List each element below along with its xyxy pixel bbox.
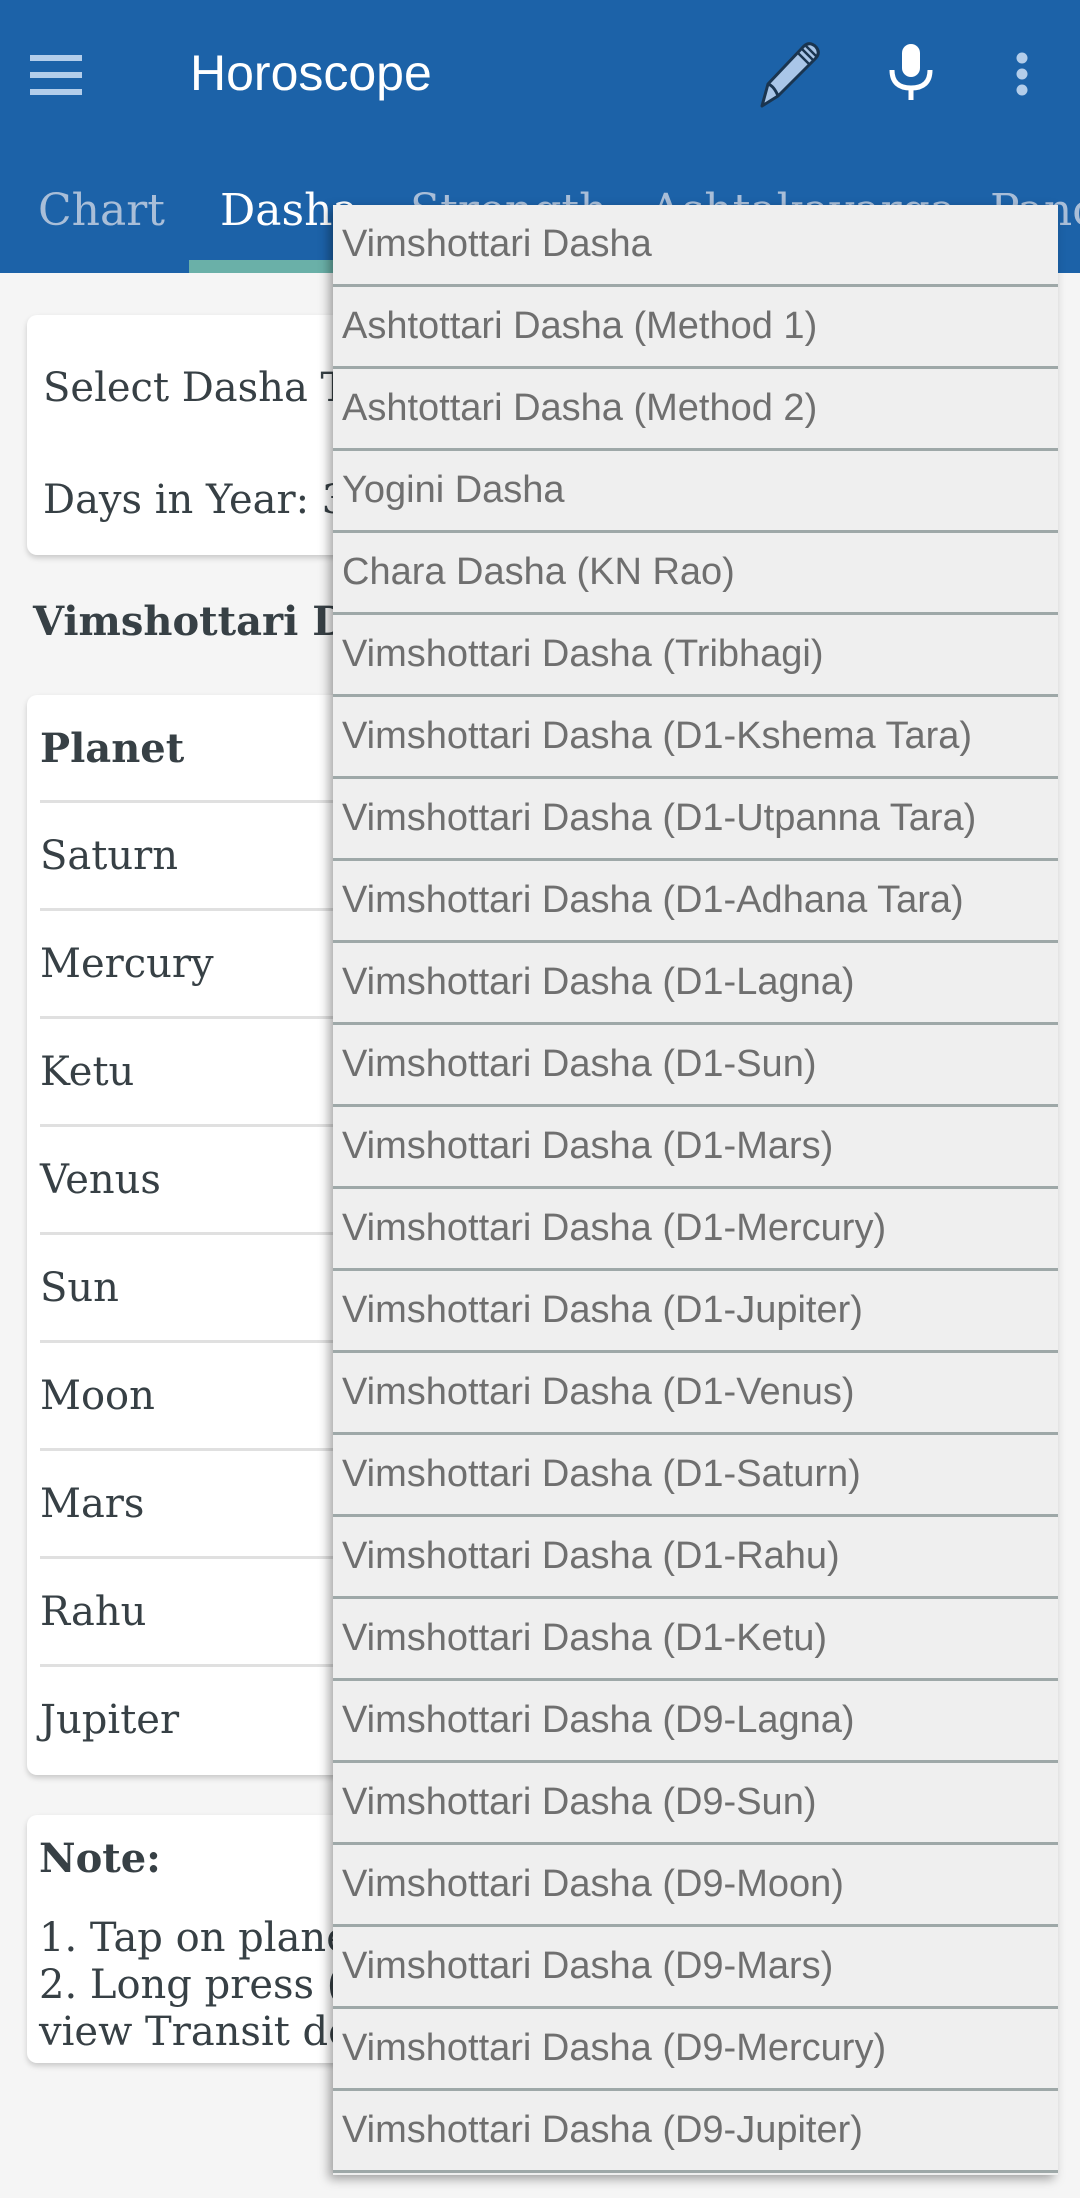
tab-chart[interactable]: Chart	[38, 185, 165, 236]
dropdown-option[interactable]: Vimshottari Dasha (D1-Jupiter)	[333, 1271, 1058, 1353]
pencil-icon[interactable]	[748, 36, 824, 112]
planet-name: Saturn	[40, 833, 178, 879]
dropdown-option[interactable]: Vimshottari Dasha (D1-Sun)	[333, 1025, 1058, 1107]
dropdown-option[interactable]: Vimshottari Dasha (D9-Sun)	[333, 1763, 1058, 1845]
dropdown-option[interactable]: Vimshottari Dasha (D1-Venus)	[333, 1353, 1058, 1435]
column-header-planet: Planet	[40, 725, 185, 772]
planet-name: Sun	[40, 1265, 119, 1311]
note-title: Note:	[39, 1835, 161, 1882]
dropdown-option[interactable]: Vimshottari Dasha (D1-Kshema Tara)	[333, 697, 1058, 779]
dropdown-option[interactable]: Yogini Dasha	[333, 451, 1058, 533]
dropdown-option[interactable]: Ashtottari Dasha (Method 1)	[333, 287, 1058, 369]
menu-icon[interactable]	[30, 55, 82, 95]
dropdown-option[interactable]: Vimshottari Dasha (D1-Ketu)	[333, 1599, 1058, 1681]
planet-name: Rahu	[40, 1589, 147, 1635]
microphone-icon[interactable]	[888, 44, 934, 100]
dropdown-option[interactable]: Ashtottari Dasha (Method 2)	[333, 369, 1058, 451]
dropdown-option[interactable]: Vimshottari Dasha (D9-Lagna)	[333, 1681, 1058, 1763]
dropdown-option[interactable]: Vimshottari Dasha (D1-Mars)	[333, 1107, 1058, 1189]
dropdown-option[interactable]: Vimshottari Dasha (D1-Lagna)	[333, 943, 1058, 1025]
dropdown-option[interactable]: Vimshottari Dasha (D9-Moon)	[333, 1845, 1058, 1927]
more-vert-icon[interactable]	[1012, 50, 1032, 100]
planet-name: Ketu	[40, 1049, 135, 1095]
dropdown-option[interactable]: Vimshottari Dasha (D1-Utpanna Tara)	[333, 779, 1058, 861]
dropdown-option[interactable]: Vimshottari Dasha (D1-Adhana Tara)	[333, 861, 1058, 943]
dropdown-option[interactable]: Chara Dasha (KN Rao)	[333, 533, 1058, 615]
dropdown-option[interactable]: Vimshottari Dasha (Tribhagi)	[333, 615, 1058, 697]
planet-name: Mars	[40, 1481, 145, 1527]
note-line: 1. Tap on planet	[39, 1915, 366, 1961]
planet-name: Venus	[40, 1157, 161, 1203]
dropdown-option[interactable]: Vimshottari Dasha	[333, 205, 1058, 287]
note-line: view Transit de	[39, 2009, 352, 2055]
select-dasha-type-label[interactable]: Select Dasha Ty	[43, 365, 370, 411]
note-line: 2. Long press (t	[39, 1962, 359, 2008]
days-in-year-label[interactable]: Days in Year: 36	[43, 477, 373, 523]
planet-name: Mercury	[40, 941, 214, 987]
dropdown-option[interactable]: Vimshottari Dasha (D1-Saturn)	[333, 1435, 1058, 1517]
dropdown-option[interactable]: Vimshottari Dasha (D9-Mercury)	[333, 2009, 1058, 2091]
dropdown-option[interactable]: Vimshottari Dasha (D9-Mars)	[333, 1927, 1058, 2009]
planet-name: Moon	[40, 1373, 155, 1419]
dropdown-option[interactable]: Vimshottari Dasha (D9-Jupiter)	[333, 2091, 1058, 2173]
dasha-type-dropdown[interactable]: Vimshottari Dasha Ashtottari Dasha (Meth…	[333, 205, 1058, 2175]
dropdown-option[interactable]: Vimshottari Dasha (D1-Rahu)	[333, 1517, 1058, 1599]
dropdown-option[interactable]: Vimshottari Dasha (D1-Mercury)	[333, 1189, 1058, 1271]
planet-name: Jupiter	[40, 1697, 180, 1743]
app-title: Horoscope	[190, 45, 432, 101]
section-title: Vimshottari Da	[33, 598, 373, 645]
